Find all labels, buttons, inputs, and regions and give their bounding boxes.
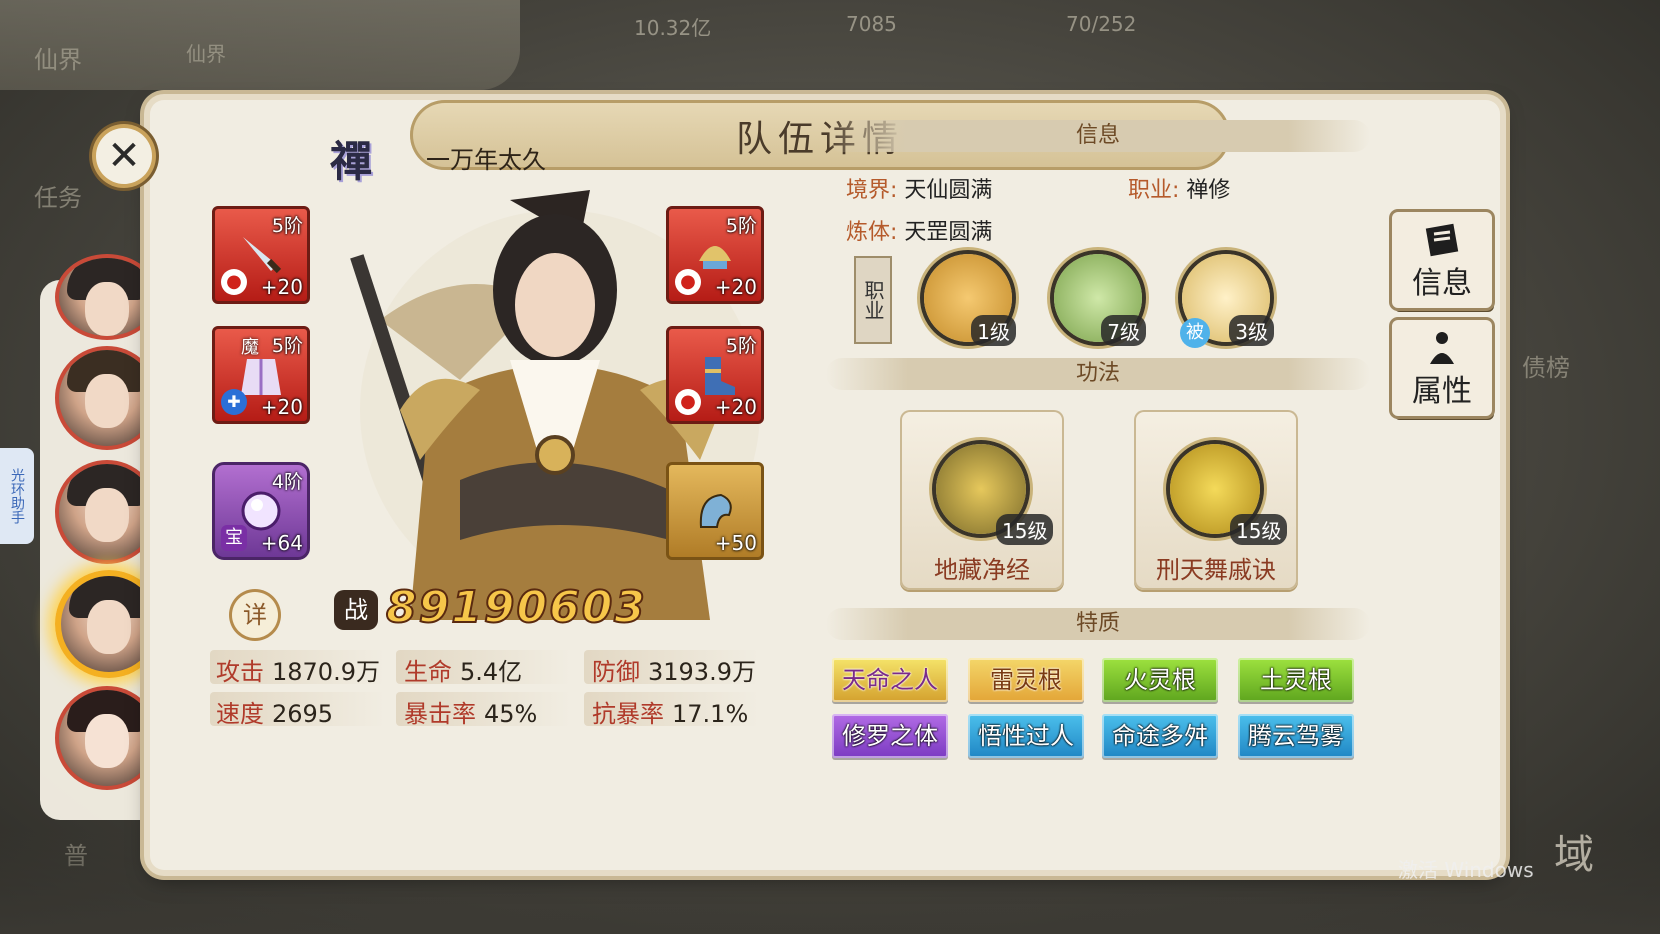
treasure-mark: 宝 xyxy=(221,525,247,551)
trait-tag[interactable]: 腾云驾雾 xyxy=(1238,714,1354,758)
trait-tag[interactable]: 修罗之体 xyxy=(832,714,948,758)
gongfa-card-2[interactable]: 15级 刑天舞戚诀 xyxy=(1134,410,1298,590)
gongfa-level: 15级 xyxy=(996,514,1054,545)
equip-plus: +50 xyxy=(714,531,757,555)
skill-level: 3级 xyxy=(1229,315,1274,346)
equip-tier: 5阶 xyxy=(725,335,757,357)
gongfa-card-1[interactable]: 15级 地藏净经 xyxy=(900,410,1064,590)
close-icon: ✕ xyxy=(107,133,141,179)
equip-plus: +20 xyxy=(260,275,303,299)
close-button[interactable]: ✕ xyxy=(96,128,152,184)
gongfa-name: 刑天舞戚诀 xyxy=(1156,556,1276,584)
resource-2: 7085 xyxy=(846,12,897,36)
trait-tag[interactable]: 悟性过人 xyxy=(968,714,1084,758)
profession-skill-3[interactable]: 被 3级 xyxy=(1180,254,1274,348)
profession-skill-1[interactable]: 1级 xyxy=(924,254,1016,346)
combat-power: 战 89190603 xyxy=(334,581,646,640)
windows-activation-watermark: 激活 Windows xyxy=(1398,858,1534,882)
domain-label: 域 xyxy=(1554,832,1594,878)
tab-attributes-label: 属性 xyxy=(1412,374,1472,409)
combat-power-label: 战 xyxy=(334,590,378,630)
team-detail-panel: 队伍详情 xyxy=(130,80,1520,880)
equip-slot-treasure[interactable]: 4阶 宝 +64 xyxy=(212,462,310,560)
equip-slot-beast[interactable]: +50 xyxy=(666,462,764,560)
equip-slot-robe[interactable]: 魔 5阶 ✚ +20 xyxy=(212,326,310,424)
profession-tag: 职业 xyxy=(854,256,892,344)
traits-header: 特质 xyxy=(826,608,1370,640)
skill-level: 1级 xyxy=(971,315,1016,346)
equip-slot-boots[interactable]: 5阶 ● +20 xyxy=(666,326,764,424)
resource-3: 70/252 xyxy=(1066,12,1137,36)
scroll-icon xyxy=(1425,223,1459,257)
equip-tier: 5阶 xyxy=(271,215,303,237)
rank-label: 债榜 xyxy=(1522,354,1570,382)
stat-defense: 防御 3193.9万 xyxy=(592,658,756,686)
shield-icon: ✚ xyxy=(221,389,247,415)
gongfa-header: 功法 xyxy=(826,358,1370,390)
stat-speed: 速度 2695 xyxy=(216,700,334,728)
equip-slot-weapon[interactable]: 5阶 ● +20 xyxy=(212,206,310,304)
tab-attributes[interactable]: 属性 xyxy=(1392,320,1492,416)
trait-tag[interactable]: 火灵根 xyxy=(1102,658,1218,702)
realm-tab: 仙界 xyxy=(186,42,226,66)
figure-icon xyxy=(1430,332,1454,364)
profession-skill-2[interactable]: 7级 xyxy=(1054,254,1146,346)
tab-info[interactable]: 信息 xyxy=(1392,212,1492,308)
equip-plus: +20 xyxy=(714,395,757,419)
blood-drop-icon: ● xyxy=(221,269,247,295)
blood-drop-icon: ● xyxy=(675,389,701,415)
blood-drop-icon: ● xyxy=(675,269,701,295)
equip-tier: 4阶 xyxy=(271,471,303,493)
equip-tier: 5阶 xyxy=(725,215,757,237)
tab-info-label: 信息 xyxy=(1412,266,1472,301)
stat-attack: 攻击 1870.9万 xyxy=(216,658,380,686)
job-row: 职业: 禅修 xyxy=(1128,178,1231,203)
character-name: 一万年太久 xyxy=(426,146,546,174)
realm-label: 仙界 xyxy=(34,46,82,74)
info-header: 信息 xyxy=(826,120,1370,152)
character-header: 禪 一万年太久 xyxy=(330,128,660,188)
body-row: 炼体: 天罡圆满 xyxy=(846,220,993,245)
equip-plus: +20 xyxy=(260,395,303,419)
beast-icon xyxy=(699,493,732,528)
equip-slot-helmet[interactable]: 5阶 ● +20 xyxy=(666,206,764,304)
stat-hp: 生命 5.4亿 xyxy=(404,658,523,686)
trait-tag[interactable]: 命途多舛 xyxy=(1102,714,1218,758)
equip-tier: 5阶 xyxy=(271,335,303,357)
boots-icon xyxy=(705,357,735,395)
demon-mark: 魔 xyxy=(241,337,259,358)
trait-tag[interactable]: 雷灵根 xyxy=(968,658,1084,702)
task-label: 任务 xyxy=(34,184,82,212)
realm-row: 境界: 天仙圆满 xyxy=(846,178,993,203)
resource-1: 10.32亿 xyxy=(634,16,712,40)
sword-icon xyxy=(243,237,282,274)
trait-tag[interactable]: 土灵根 xyxy=(1238,658,1354,702)
detail-button[interactable]: 详 xyxy=(232,592,278,638)
stat-crit-resist: 抗暴率 17.1% xyxy=(592,700,749,728)
gongfa-level: 15级 xyxy=(1230,514,1288,545)
equip-plus: +20 xyxy=(714,275,757,299)
stat-crit-rate: 暴击率 45% xyxy=(404,700,538,728)
trait-tag[interactable]: 天命之人 xyxy=(832,658,948,702)
helmet-icon xyxy=(699,246,731,269)
skill-level: 7级 xyxy=(1101,315,1146,346)
combat-power-value: 89190603 xyxy=(385,581,647,634)
passive-badge: 被 xyxy=(1180,318,1210,348)
gongfa-name: 地藏净经 xyxy=(934,556,1030,584)
equip-plus: +64 xyxy=(260,531,303,555)
class-glyph: 禪 xyxy=(330,137,373,186)
assistant-side-tab[interactable]: 光环助手 xyxy=(0,448,34,544)
